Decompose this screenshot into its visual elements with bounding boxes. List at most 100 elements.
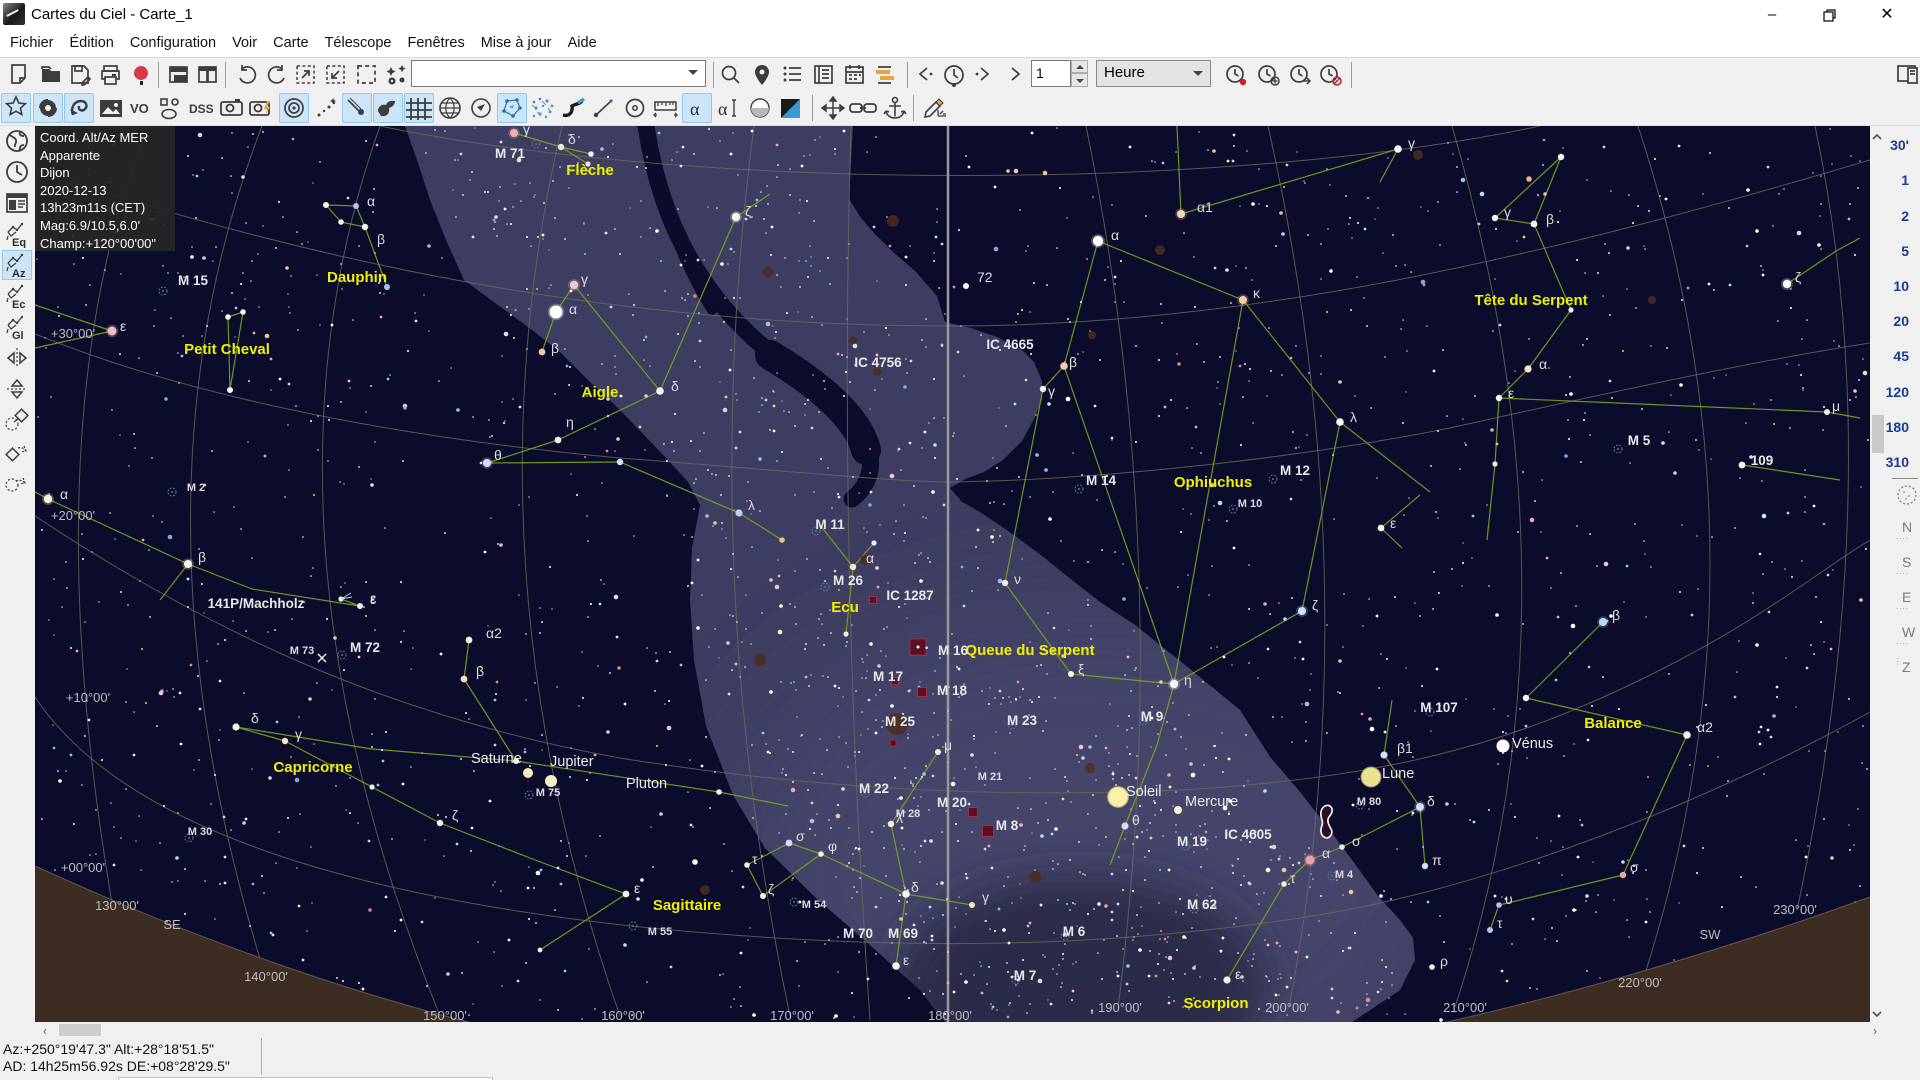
svg-text:M 8: M 8 bbox=[996, 818, 1019, 833]
svg-text:M 22: M 22 bbox=[859, 781, 889, 796]
svg-text:Pluton: Pluton bbox=[626, 776, 667, 792]
svg-text:λ: λ bbox=[1350, 409, 1357, 425]
svg-text:M 5: M 5 bbox=[1628, 433, 1651, 448]
svg-text:γ: γ bbox=[1408, 135, 1415, 151]
svg-text:ζ: ζ bbox=[1795, 269, 1801, 285]
svg-text:θ: θ bbox=[1132, 812, 1140, 828]
svg-text:M 20: M 20 bbox=[937, 795, 967, 810]
svg-text:160°00': 160°00' bbox=[601, 1008, 645, 1022]
svg-text:α: α bbox=[1539, 356, 1547, 372]
svg-text:Eq: Eq bbox=[12, 237, 26, 248]
svg-text:γ: γ bbox=[295, 726, 302, 742]
svg-text:α2: α2 bbox=[486, 625, 502, 641]
svg-text:+10°00': +10°00' bbox=[66, 690, 110, 705]
svg-text:ρ: ρ bbox=[1440, 953, 1448, 969]
svg-text:α: α bbox=[690, 99, 700, 119]
svg-text:Ec: Ec bbox=[12, 299, 25, 310]
svg-text:Aigle: Aigle bbox=[582, 384, 619, 401]
svg-text:δ: δ bbox=[568, 131, 576, 147]
svg-text:Ophiuchus: Ophiuchus bbox=[1174, 474, 1252, 491]
svg-text:α: α bbox=[1111, 227, 1119, 243]
svg-text:φ: φ bbox=[828, 838, 837, 854]
svg-text:150°00': 150°00' bbox=[423, 1008, 467, 1022]
svg-text:Vénus: Vénus bbox=[1512, 736, 1553, 752]
svg-text:Queue du Serpent: Queue du Serpent bbox=[965, 642, 1094, 659]
svg-text:σ: σ bbox=[1352, 833, 1361, 849]
svg-text:M 69: M 69 bbox=[888, 926, 918, 941]
svg-text:η: η bbox=[566, 414, 574, 430]
svg-text:Mercure: Mercure bbox=[1185, 794, 1238, 810]
svg-text:M 54: M 54 bbox=[802, 899, 827, 911]
svg-text:M 12: M 12 bbox=[1280, 463, 1310, 478]
svg-text:τ: τ bbox=[752, 851, 758, 867]
svg-text:δ: δ bbox=[251, 710, 259, 726]
svg-text:M 72: M 72 bbox=[350, 640, 380, 655]
svg-text:Scorpion: Scorpion bbox=[1183, 995, 1248, 1012]
svg-text:Balance: Balance bbox=[1584, 715, 1642, 732]
svg-text:β: β bbox=[1612, 607, 1620, 623]
svg-text:γ: γ bbox=[1504, 204, 1511, 220]
svg-text:α: α bbox=[367, 193, 375, 209]
svg-text:ε: ε bbox=[634, 880, 640, 896]
svg-text:θ: θ bbox=[494, 447, 502, 463]
svg-text:IC 4665: IC 4665 bbox=[986, 337, 1034, 352]
svg-text:γ: γ bbox=[1048, 383, 1055, 399]
svg-text:M 75: M 75 bbox=[536, 787, 560, 799]
svg-text:α: α bbox=[718, 99, 728, 119]
svg-text:190°00': 190°00' bbox=[1098, 1000, 1142, 1015]
svg-text:140°00': 140°00' bbox=[244, 969, 288, 984]
svg-text:α: α bbox=[569, 301, 577, 317]
svg-text:τ: τ bbox=[1290, 870, 1296, 886]
svg-text:β: β bbox=[1069, 354, 1077, 370]
svg-text:α: α bbox=[60, 486, 68, 502]
svg-text:M 18: M 18 bbox=[937, 683, 968, 698]
svg-text:M 80: M 80 bbox=[1357, 796, 1381, 808]
svg-text:ζ: ζ bbox=[745, 203, 751, 219]
svg-text:VO: VO bbox=[130, 101, 149, 116]
svg-text:σ: σ bbox=[1630, 859, 1639, 875]
svg-text:IC 4605: IC 4605 bbox=[1224, 827, 1272, 842]
svg-text:M 6: M 6 bbox=[1063, 924, 1086, 939]
svg-text:δ: δ bbox=[1427, 793, 1435, 809]
svg-text:ε: ε bbox=[903, 952, 909, 968]
svg-text:β: β bbox=[198, 549, 206, 565]
svg-text:M 17: M 17 bbox=[873, 669, 903, 684]
svg-text:M 70: M 70 bbox=[843, 926, 873, 941]
svg-text:M 107: M 107 bbox=[1420, 700, 1458, 715]
svg-text:υ: υ bbox=[1505, 891, 1513, 907]
svg-text:α2: α2 bbox=[1697, 719, 1713, 735]
svg-text:M 15: M 15 bbox=[178, 273, 209, 288]
svg-text:λ: λ bbox=[748, 497, 755, 513]
svg-text:170°00': 170°00' bbox=[770, 1008, 814, 1022]
svg-text:M 16: M 16 bbox=[938, 643, 969, 658]
svg-text:SE: SE bbox=[163, 917, 181, 932]
svg-text:β: β bbox=[1546, 211, 1554, 227]
svg-text:α: α bbox=[1322, 845, 1330, 861]
svg-text:M 2: M 2 bbox=[187, 482, 205, 494]
svg-text:Capricorne: Capricorne bbox=[273, 759, 352, 776]
svg-text:DSS: DSS bbox=[189, 102, 214, 116]
svg-text:β: β bbox=[476, 663, 484, 679]
svg-text:210°00': 210°00' bbox=[1443, 1000, 1487, 1015]
svg-text:M 14: M 14 bbox=[1086, 473, 1117, 488]
svg-text:72: 72 bbox=[977, 269, 993, 285]
svg-text:M 11: M 11 bbox=[815, 517, 845, 532]
svg-text:230°00': 230°00' bbox=[1773, 902, 1817, 917]
svg-text:μ: μ bbox=[944, 737, 952, 753]
svg-text:ε: ε bbox=[1235, 966, 1241, 982]
svg-text:β1: β1 bbox=[1397, 740, 1413, 756]
svg-text:200°00': 200°00' bbox=[1265, 1000, 1309, 1015]
svg-text:M 23: M 23 bbox=[1007, 713, 1038, 728]
svg-text:Jupiter: Jupiter bbox=[550, 754, 594, 770]
svg-text:Tête du Serpent: Tête du Serpent bbox=[1474, 292, 1587, 309]
svg-text:M 71: M 71 bbox=[495, 146, 526, 161]
svg-text:M 19: M 19 bbox=[1177, 834, 1207, 849]
svg-text:ζ: ζ bbox=[452, 807, 458, 823]
svg-text:γ: γ bbox=[523, 126, 530, 137]
svg-text:+20°00': +20°00' bbox=[51, 508, 95, 523]
svg-text:SW: SW bbox=[1700, 927, 1722, 942]
svg-text:141P/Machholz: 141P/Machholz bbox=[208, 596, 305, 611]
svg-text:+30°00': +30°00' bbox=[51, 326, 95, 341]
svg-text:τ: τ bbox=[1497, 915, 1503, 931]
svg-text:130°00': 130°00' bbox=[95, 898, 139, 913]
